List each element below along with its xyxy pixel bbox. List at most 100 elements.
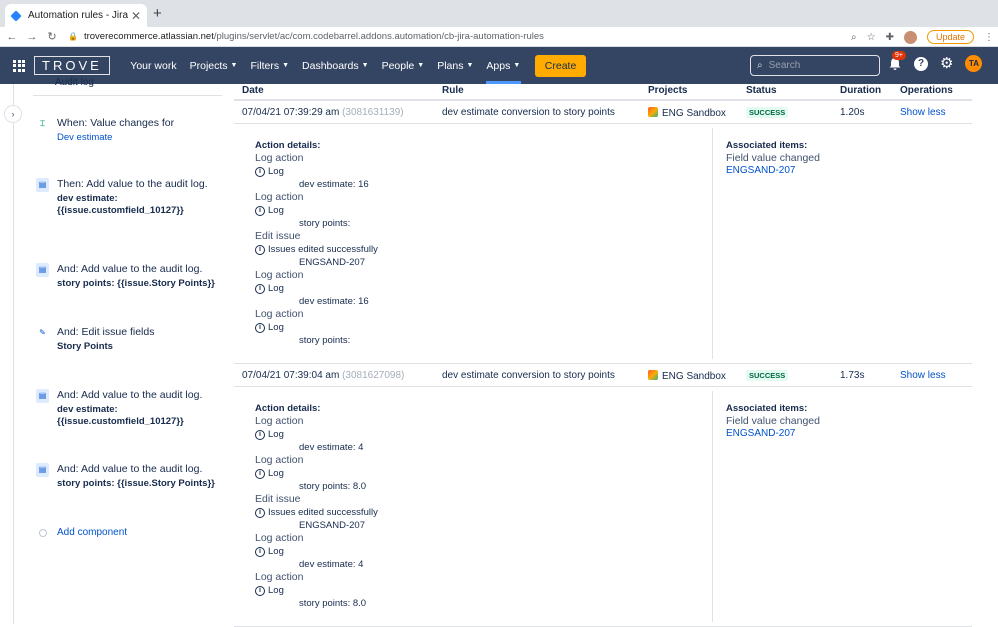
bookmark-star-icon[interactable]: ☆ [867, 32, 876, 43]
project-avatar-icon [648, 370, 658, 380]
row-project: ENG Sandbox [648, 107, 726, 119]
expand-sidebar-button[interactable]: › [5, 106, 21, 122]
site-logo[interactable]: TROVE [34, 56, 110, 75]
action-name: Log action [255, 415, 304, 427]
jira-top-nav: TROVE Your work Projects ▼ Filters ▼ Dashboar… [0, 47, 998, 84]
address-bar: ← → ↻ 🔒 troverecommerce.atlassian.net/pl… [0, 27, 998, 47]
show-less-link[interactable]: Show less [900, 107, 946, 118]
rule-component[interactable]: ✎ And: Edit issue fields Story Points [36, 326, 222, 353]
col-projects[interactable]: Projects [648, 85, 687, 96]
issue-link[interactable]: ENGSAND-207 [726, 428, 820, 439]
associated-item-type: Field value changed [726, 415, 820, 427]
rule-component[interactable]: ▤ Then: Add value to the audit log. dev es… [36, 178, 222, 217]
url-field[interactable]: 🔒 troverecommerce.atlassian.net/plugins/… [68, 31, 544, 42]
search-box[interactable]: ⌕ [750, 55, 880, 76]
help-icon[interactable]: ? [914, 56, 928, 71]
show-less-link[interactable]: Show less [900, 370, 946, 381]
rule-component[interactable]: ▤ And: Add value to the audit log. story p… [36, 263, 222, 290]
component-title: Then: Add value to the audit log. [57, 178, 208, 190]
more-icon[interactable]: ⋮ [984, 32, 994, 43]
log-value: story points: [299, 218, 351, 229]
forward-icon[interactable]: → [24, 31, 40, 43]
search-input[interactable] [768, 60, 869, 71]
associated-item-type: Field value changed [726, 152, 820, 164]
create-button[interactable]: Create [534, 54, 587, 77]
add-component-button[interactable]: Add component [36, 527, 127, 538]
log-value: story points: 8.0 [299, 598, 367, 609]
col-operations[interactable]: Operations [900, 85, 953, 96]
nav-item-label: Dashboards [302, 59, 359, 72]
nav-item-apps[interactable]: Apps ▼ [480, 47, 527, 84]
jira-favicon-icon [10, 9, 22, 22]
info-icon: i [255, 429, 265, 440]
nav-item-your-work[interactable]: Your work [124, 47, 183, 84]
associated-items: Associated items: Field value changed ENGS… [726, 403, 820, 439]
update-button[interactable]: Update [926, 30, 974, 44]
log-value: ENGSAND-207 [299, 257, 365, 268]
nav-item-label: Apps [486, 59, 511, 72]
rule-components-panel: › Audit log ⌶ When: Value changes for Dev … [0, 78, 225, 624]
nav-item-dashboards[interactable]: Dashboards ▼ [296, 47, 376, 84]
col-duration[interactable]: Duration [840, 85, 881, 96]
row-status: SUCCESS [746, 107, 789, 118]
row-duration: 1.20s [840, 107, 865, 118]
col-status[interactable]: Status [746, 85, 777, 96]
col-date[interactable]: Date [242, 85, 264, 96]
extensions-icon[interactable]: ✚ [886, 32, 894, 43]
status-badge: SUCCESS [746, 107, 789, 118]
browser-tab[interactable]: Automation rules - Jira ✕ [5, 4, 147, 27]
notifications-button[interactable]: 9+ [888, 50, 906, 71]
zoom-icon[interactable]: ⌕ [851, 32, 857, 43]
audit-log-component-partial[interactable]: Audit log [33, 78, 222, 96]
chevron-down-icon: ▼ [466, 62, 474, 69]
chevron-down-icon: ▼ [282, 62, 290, 69]
log-type-text: Log [268, 205, 284, 216]
app-switcher-icon[interactable] [13, 59, 25, 72]
row-date: 07/04/21 07:39:29 am (3081631139) [242, 107, 404, 118]
status-badge: SUCCESS [746, 370, 789, 381]
rule-component[interactable]: ⌶ When: Value changes for Dev estimate [36, 117, 222, 144]
nav-item-people[interactable]: People ▼ [375, 47, 431, 84]
rule-component[interactable]: ▤ And: Add value to the audit log. story p… [36, 463, 222, 490]
nav-item-filters[interactable]: Filters ▼ [244, 47, 296, 84]
table-row[interactable]: 07/04/21 07:39:04 am (3081627098) dev est… [234, 364, 972, 387]
execution-id: (3081627098) [342, 370, 405, 381]
action-name: Log action [255, 532, 304, 544]
log-value: dev estimate: 16 [299, 296, 369, 307]
log-type-text: Log [268, 322, 284, 333]
action-name: Edit issue [255, 230, 301, 242]
audit-log-icon: ▤ [36, 389, 49, 403]
action-details-label: Action details: [255, 403, 321, 414]
chevron-down-icon: ▼ [513, 62, 521, 69]
trigger-icon: ⌶ [36, 117, 49, 131]
rule-component[interactable]: ▤ And: Add value to the audit log. dev est… [36, 389, 222, 428]
gear-icon[interactable]: ⚙ [940, 56, 953, 71]
action-log-type: i Log [255, 545, 378, 558]
reload-icon[interactable]: ↻ [44, 30, 60, 43]
component-detail: story points: {{issue.Story Points}} [57, 278, 215, 289]
nav-item-projects[interactable]: Projects ▼ [183, 47, 244, 84]
action-name: Log action [255, 269, 304, 281]
log-type-text: Issues edited successfully [268, 507, 378, 518]
action-log-type: i Log [255, 321, 378, 334]
log-type-text: Issues edited successfully [268, 244, 378, 255]
table-row[interactable]: 07/04/21 07:39:29 am (3081631139) dev est… [234, 101, 972, 124]
col-rule[interactable]: Rule [442, 85, 464, 96]
new-tab-icon[interactable]: + [153, 5, 162, 22]
component-detail: dev estimate: {{issue.customfield_10127}… [57, 404, 184, 427]
profile-avatar[interactable] [903, 30, 917, 44]
row-project: ENG Sandbox [648, 370, 726, 382]
action-log-type: i Log [255, 204, 378, 217]
close-icon[interactable]: ✕ [131, 9, 141, 23]
back-icon[interactable]: ← [4, 31, 20, 43]
chevron-down-icon: ▼ [361, 62, 369, 69]
tab-title: Automation rules - Jira [28, 10, 129, 21]
issue-link[interactable]: ENGSAND-207 [726, 165, 820, 176]
action-log-type: i Log [255, 282, 378, 295]
user-avatar[interactable]: TA [965, 55, 983, 72]
nav-item-plans[interactable]: Plans ▼ [431, 47, 480, 84]
row-duration: 1.73s [840, 370, 865, 381]
edit-icon: ✎ [36, 326, 49, 340]
action-log-type: i Issues edited successfully [255, 243, 378, 256]
info-icon: i [255, 322, 265, 333]
